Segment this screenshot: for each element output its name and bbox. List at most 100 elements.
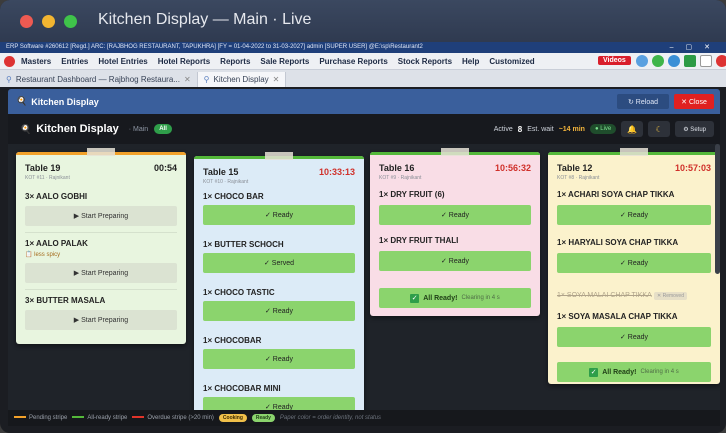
order-card-table-16: Table 16 KOT #9 · Rajnikant 10:56:32 1× … <box>370 148 540 316</box>
ready-button[interactable]: ✓ Ready <box>203 205 355 225</box>
all-ready-banner: ✓ All Ready! Clearing in 4 s <box>379 288 531 308</box>
item-note: 📋 less spicy <box>25 252 61 258</box>
ready-swatch-icon <box>72 416 85 419</box>
active-label: Active <box>493 125 513 133</box>
served-button[interactable]: ✓ Served <box>203 253 355 273</box>
tab-kitchen-display[interactable]: ⚲ Kitchen Display ✕ <box>197 72 287 87</box>
order-item: 1× CHOCO BAR <box>203 192 264 201</box>
start-preparing-button[interactable]: ▶ Start Preparing <box>25 263 177 283</box>
menu-help[interactable]: Help <box>462 57 479 66</box>
ready-button[interactable]: ✓ Ready <box>203 397 355 410</box>
wait-label: Est. wait <box>527 125 554 133</box>
menu-sale-reports[interactable]: Sale Reports <box>260 57 309 66</box>
close-button[interactable]: ✕ Close <box>674 94 714 109</box>
tab-close-icon[interactable]: ✕ <box>184 75 191 84</box>
kot-label: KOT #10 · Rajnikant <box>203 179 249 185</box>
order-item: 1× DRY FRUIT THALI <box>379 236 459 245</box>
erp-info-text: ERP Software #260612 [Regd.] ARC: [RAJBH… <box>6 44 423 50</box>
order-card-table-19: Table 19 KOT #11 · Rajnikant 00:54 3× AA… <box>16 148 186 344</box>
tab-icon: ⚲ <box>203 75 210 84</box>
ready-button[interactable]: ✓ Ready <box>379 251 531 271</box>
order-item: 1× CHOCOBAR <box>203 336 262 345</box>
tab-restaurant-dashboard[interactable]: ⚲ Restaurant Dashboard — Rajbhog Restaur… <box>0 72 198 87</box>
panel-title: 🍳 Kitchen Display <box>16 96 99 107</box>
filter-all-pill[interactable]: All <box>154 124 172 134</box>
order-item: 1× CHOCO TASTIC <box>203 288 275 297</box>
panel-header: 🍳 Kitchen Display ↻ Reload ✕ Close <box>8 89 720 114</box>
menu-masters[interactable]: Masters <box>21 57 51 66</box>
removed-item: 1× SOYA MALAI CHAP TIKKA <box>557 292 652 299</box>
chef-icon: 🍳 <box>20 123 32 134</box>
reload-button[interactable]: ↻ Reload <box>617 94 669 109</box>
elapsed-time: 00:54 <box>153 163 177 173</box>
card-header: Table 15 KOT #10 · Rajnikant 10:33:13 <box>203 167 355 185</box>
cooking-badge: Cooking <box>218 414 247 422</box>
board-scrollbar[interactable] <box>715 144 720 274</box>
users-icon[interactable] <box>636 55 648 67</box>
elapsed-time: 10:33:13 <box>318 167 355 177</box>
ready-button[interactable]: ✓ Ready <box>557 205 711 225</box>
bell-icon[interactable]: 🔔 <box>621 121 644 137</box>
order-item: 1× ACHARI SOYA CHAP TIKKA <box>557 190 675 199</box>
kot-label: KOT #9 · Rajnikant <box>379 175 422 181</box>
tape <box>441 148 469 156</box>
legend-pending: Pending stripe <box>14 415 67 421</box>
clearing-countdown: Clearing in 4 s <box>640 369 679 375</box>
legend-note: Paper color = order identity, not status <box>279 415 382 421</box>
kitchen-icon: 🍳 <box>16 96 28 106</box>
setup-button[interactable]: ⚙ Setup <box>675 121 714 137</box>
elapsed-time: 10:56:32 <box>494 163 531 173</box>
start-preparing-button[interactable]: ▶ Start Preparing <box>25 310 177 330</box>
legend-pending-label: Pending stripe <box>29 415 68 421</box>
tab-close-icon[interactable]: ✕ <box>273 75 280 84</box>
window-controls-icon[interactable]: –▢✕ <box>670 42 722 53</box>
menu-reports[interactable]: Reports <box>220 57 250 66</box>
tape <box>620 148 648 156</box>
wait-value: ~14 min <box>558 125 585 133</box>
erp-info-bar: ERP Software #260612 [Regd.] ARC: [RAJBH… <box>0 42 726 53</box>
menu-stock-reports[interactable]: Stock Reports <box>398 57 452 66</box>
font-size-icon[interactable] <box>700 55 712 67</box>
maximize-window-icon[interactable] <box>64 15 77 28</box>
board-status: Active 8 Est. wait ~14 min ● Live 🔔 ☾ ⚙ … <box>494 121 714 137</box>
minimize-window-icon[interactable] <box>42 15 55 28</box>
board-title: 🍳 Kitchen Display <box>20 123 119 135</box>
app-window: Kitchen Display — Main · Live ERP Softwa… <box>0 0 726 433</box>
live-badge: ● Live <box>589 124 617 134</box>
power-icon[interactable] <box>716 55 726 67</box>
whatsapp-icon[interactable] <box>652 55 664 67</box>
tab-bar: ⚲ Restaurant Dashboard — Rajbhog Restaur… <box>0 70 726 87</box>
pending-swatch-icon <box>14 416 26 419</box>
order-item: 1× BUTTER SCHOCH <box>203 240 284 249</box>
order-item: 1× DRY FRUIT (6) <box>379 190 445 199</box>
check-icon: ✓ <box>410 293 420 303</box>
card-header: Table 19 KOT #11 · Rajnikant 00:54 <box>25 163 177 181</box>
check-icon: ✓ <box>589 367 599 377</box>
panel-title-text: Kitchen Display <box>31 96 99 107</box>
start-preparing-button[interactable]: ▶ Start Preparing <box>25 206 177 226</box>
order-item: 1× SOYA MASALA CHAP TIKKA <box>557 312 678 321</box>
ready-button[interactable]: ✓ Ready <box>557 327 711 347</box>
close-window-icon[interactable] <box>20 15 33 28</box>
divider <box>25 289 177 290</box>
ready-button[interactable]: ✓ Ready <box>557 253 711 273</box>
order-item: 3× BUTTER MASALA <box>25 296 106 305</box>
tape <box>265 152 293 160</box>
menu-hotel-reports[interactable]: Hotel Reports <box>158 57 210 66</box>
menu-entries[interactable]: Entries <box>61 57 88 66</box>
active-count: 8 <box>517 124 523 134</box>
title-bar: Kitchen Display — Main · Live <box>0 0 726 42</box>
menu-hotel-entries[interactable]: Hotel Entries <box>98 57 147 66</box>
videos-button[interactable]: Videos <box>598 56 631 65</box>
menu-customized[interactable]: Customized <box>489 57 534 66</box>
order-item: 1× AALO PALAK <box>25 239 88 248</box>
ready-button[interactable]: ✓ Ready <box>379 205 531 225</box>
menu-purchase-reports[interactable]: Purchase Reports <box>319 57 387 66</box>
download-icon[interactable] <box>684 55 696 67</box>
ready-button[interactable]: ✓ Ready <box>203 349 355 369</box>
cloud-icon[interactable] <box>668 55 680 67</box>
legend-overdue-label: Overdue stripe (>20 min) <box>147 415 214 421</box>
order-item: 1× CHOCOBAR MINI <box>203 384 281 393</box>
ready-button[interactable]: ✓ Ready <box>203 301 355 321</box>
moon-icon[interactable]: ☾ <box>648 121 671 137</box>
